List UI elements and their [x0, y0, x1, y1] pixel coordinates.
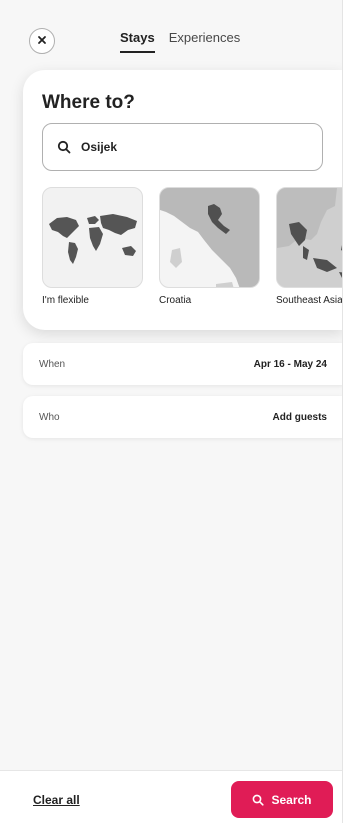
- search-panel: Stays Experiences Where to? Osijek I'm f…: [0, 0, 343, 823]
- croatia-map-image: [159, 187, 260, 288]
- close-icon: [37, 34, 47, 48]
- tab-bar: Stays Experiences: [120, 30, 240, 53]
- tab-experiences[interactable]: Experiences: [169, 30, 241, 53]
- world-map-image: [42, 187, 143, 288]
- search-icon: [252, 794, 265, 806]
- clear-all-button[interactable]: Clear all: [33, 793, 80, 807]
- search-button[interactable]: Search: [231, 781, 333, 818]
- add-guests-value: Add guests: [272, 411, 327, 423]
- who-row[interactable]: Who Add guests: [23, 396, 342, 438]
- southeast-asia-map-image: [276, 187, 342, 288]
- footer-bar: Clear all Search: [0, 770, 342, 823]
- region-croatia[interactable]: Croatia: [159, 187, 260, 306]
- region-label: Southeast Asia: [276, 295, 343, 306]
- destination-input[interactable]: [81, 140, 301, 154]
- when-label: When: [39, 358, 66, 370]
- destination-search-box[interactable]: [42, 123, 323, 171]
- where-title: Where to?: [42, 92, 135, 113]
- region-southeast-asia[interactable]: Southeast Asia: [276, 187, 343, 306]
- where-card: Where to? Osijek I'm flexible Croatia So…: [23, 70, 343, 330]
- region-list: I'm flexible Croatia Southeast Asia: [42, 187, 343, 306]
- close-button[interactable]: [29, 28, 55, 54]
- date-range-value: Apr 16 - May 24: [253, 358, 327, 370]
- tab-stays[interactable]: Stays: [120, 30, 155, 53]
- region-flexible[interactable]: I'm flexible: [42, 187, 143, 306]
- when-row[interactable]: When Apr 16 - May 24: [23, 343, 342, 385]
- top-bar: Stays Experiences: [0, 0, 342, 64]
- region-label: Croatia: [159, 295, 192, 306]
- region-label: I'm flexible: [42, 295, 89, 306]
- who-label: Who: [39, 411, 60, 423]
- search-button-label: Search: [271, 792, 312, 807]
- search-icon: [57, 140, 71, 154]
